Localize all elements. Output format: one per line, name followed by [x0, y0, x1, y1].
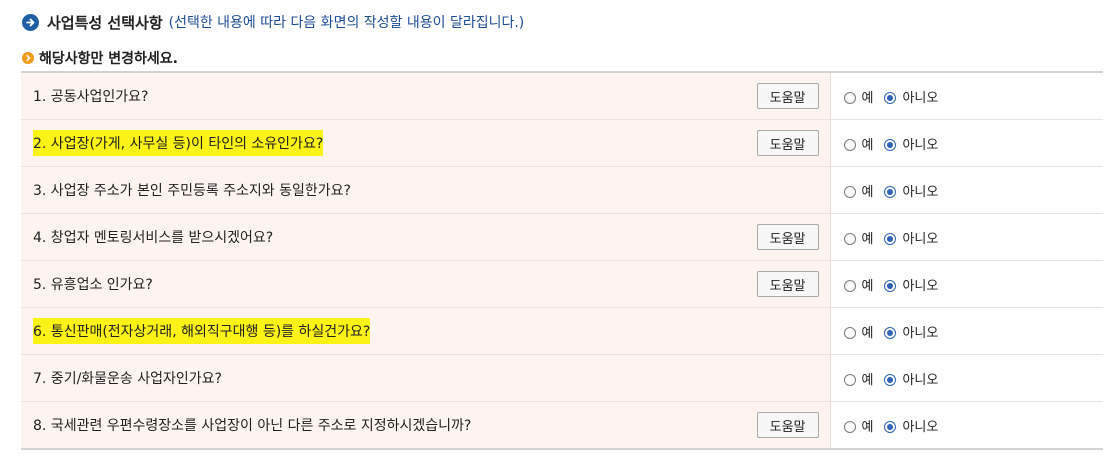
question-text: 7. 중기/화물운송 사업자인가요? — [33, 371, 222, 387]
answer-options: 예 아니오 — [830, 260, 1103, 308]
subtitle-text: 해당사항만 변경하세요. — [39, 51, 178, 67]
question-row: 8. 국세관련 우편수령장소를 사업장이 아닌 다른 주소로 지정하시겠습니까?… — [21, 401, 1103, 450]
help-button[interactable]: 도움말 — [756, 130, 819, 156]
no-radio[interactable] — [884, 138, 897, 151]
yes-radio[interactable] — [843, 138, 856, 151]
question-cell: 2. 사업장(가게, 사무실 등)이 타인의 소유인가요? 도움말 — [21, 119, 831, 167]
question-row: 1. 공동사업인가요? 도움말 예 아니오 — [21, 72, 1103, 120]
yes-radio[interactable] — [843, 420, 856, 433]
answer-options: 예 아니오 — [830, 119, 1103, 167]
section-description: (선택한 내용에 따라 다음 화면의 작성할 내용이 달라집니다.) — [168, 15, 525, 31]
question-row: 6. 통신판매(전자상거래, 해외직구대행 등)를 하실건가요? 예 아니오 — [21, 307, 1103, 355]
question-cell: 4. 창업자 멘토링서비스를 받으시겠어요? 도움말 — [21, 213, 831, 261]
question-cell: 8. 국세관련 우편수령장소를 사업장이 아닌 다른 주소로 지정하시겠습니까?… — [21, 401, 831, 449]
yes-radio[interactable] — [843, 91, 856, 104]
answer-options: 예 아니오 — [830, 354, 1103, 402]
no-radio[interactable] — [884, 279, 897, 292]
no-label[interactable]: 아니오 — [902, 185, 938, 200]
section-subtitle: 해당사항만 변경하세요. — [22, 47, 178, 69]
question-row: 2. 사업장(가게, 사무실 등)이 타인의 소유인가요? 도움말 예 아니오 — [21, 119, 1103, 167]
question-cell: 5. 유흥업소 인가요? 도움말 — [21, 260, 831, 308]
answer-options: 예 아니오 — [830, 402, 1103, 450]
yes-radio[interactable] — [843, 185, 856, 198]
no-label[interactable]: 아니오 — [902, 279, 938, 294]
question-text: 5. 유흥업소 인가요? — [33, 277, 153, 293]
yes-label[interactable]: 예 — [862, 373, 874, 388]
answer-options: 예 아니오 — [830, 307, 1103, 355]
question-text: 4. 창업자 멘토링서비스를 받으시겠어요? — [33, 230, 274, 246]
yes-label[interactable]: 예 — [862, 185, 874, 200]
yes-radio[interactable] — [843, 373, 856, 386]
answer-options: 예 아니오 — [830, 166, 1103, 214]
question-row: 7. 중기/화물운송 사업자인가요? 예 아니오 — [21, 354, 1103, 402]
question-table: 1. 공동사업인가요? 도움말 예 아니오 2. 사업장(가게, 사무실 등)이 타인의… — [21, 71, 1103, 450]
no-label[interactable]: 아니오 — [902, 373, 938, 388]
yes-label[interactable]: 예 — [862, 232, 874, 247]
no-label[interactable]: 아니오 — [902, 420, 938, 435]
question-text: 2. 사업장(가게, 사무실 등)이 타인의 소유인가요? — [33, 130, 324, 156]
help-button[interactable]: 도움말 — [756, 412, 819, 438]
no-label[interactable]: 아니오 — [902, 232, 938, 247]
yes-radio[interactable] — [843, 326, 856, 339]
no-label[interactable]: 아니오 — [902, 138, 938, 153]
yes-label[interactable]: 예 — [862, 279, 874, 294]
arrow-right-circle-icon — [22, 13, 39, 31]
question-cell: 7. 중기/화물운송 사업자인가요? — [21, 354, 831, 402]
question-text: 3. 사업장 주소가 본인 주민등록 주소지와 동일한가요? — [33, 183, 351, 199]
question-text: 6. 통신판매(전자상거래, 해외직구대행 등)를 하실건가요? — [33, 318, 371, 344]
section-title: 사업특성 선택사항 — [47, 13, 163, 32]
no-radio[interactable] — [884, 326, 897, 339]
help-button[interactable]: 도움말 — [756, 83, 819, 109]
question-row: 5. 유흥업소 인가요? 도움말 예 아니오 — [21, 260, 1103, 308]
yes-label[interactable]: 예 — [862, 138, 874, 153]
question-text: 8. 국세관련 우편수령장소를 사업장이 아닌 다른 주소로 지정하시겠습니까? — [33, 418, 472, 434]
question-cell: 3. 사업장 주소가 본인 주민등록 주소지와 동일한가요? — [21, 166, 831, 214]
no-label[interactable]: 아니오 — [902, 91, 938, 106]
no-radio[interactable] — [884, 91, 897, 104]
no-label[interactable]: 아니오 — [902, 326, 938, 341]
no-radio[interactable] — [884, 373, 897, 386]
no-radio[interactable] — [884, 420, 897, 433]
yes-radio[interactable] — [843, 232, 856, 245]
question-cell: 1. 공동사업인가요? 도움말 — [21, 72, 831, 120]
help-button[interactable]: 도움말 — [756, 271, 819, 297]
yes-label[interactable]: 예 — [862, 420, 874, 435]
yes-label[interactable]: 예 — [862, 91, 874, 106]
section-header: 사업특성 선택사항 (선택한 내용에 따라 다음 화면의 작성할 내용이 달라집… — [22, 9, 524, 35]
question-text: 1. 공동사업인가요? — [33, 89, 149, 105]
no-radio[interactable] — [884, 185, 897, 198]
question-cell: 6. 통신판매(전자상거래, 해외직구대행 등)를 하실건가요? — [21, 307, 831, 355]
yes-label[interactable]: 예 — [862, 326, 874, 341]
question-row: 3. 사업장 주소가 본인 주민등록 주소지와 동일한가요? 예 아니오 — [21, 166, 1103, 214]
help-button[interactable]: 도움말 — [756, 224, 819, 250]
chevron-right-circle-icon — [22, 52, 34, 64]
answer-options: 예 아니오 — [830, 213, 1103, 261]
yes-radio[interactable] — [843, 279, 856, 292]
question-row: 4. 창업자 멘토링서비스를 받으시겠어요? 도움말 예 아니오 — [21, 213, 1103, 261]
no-radio[interactable] — [884, 232, 897, 245]
answer-options: 예 아니오 — [830, 72, 1103, 120]
